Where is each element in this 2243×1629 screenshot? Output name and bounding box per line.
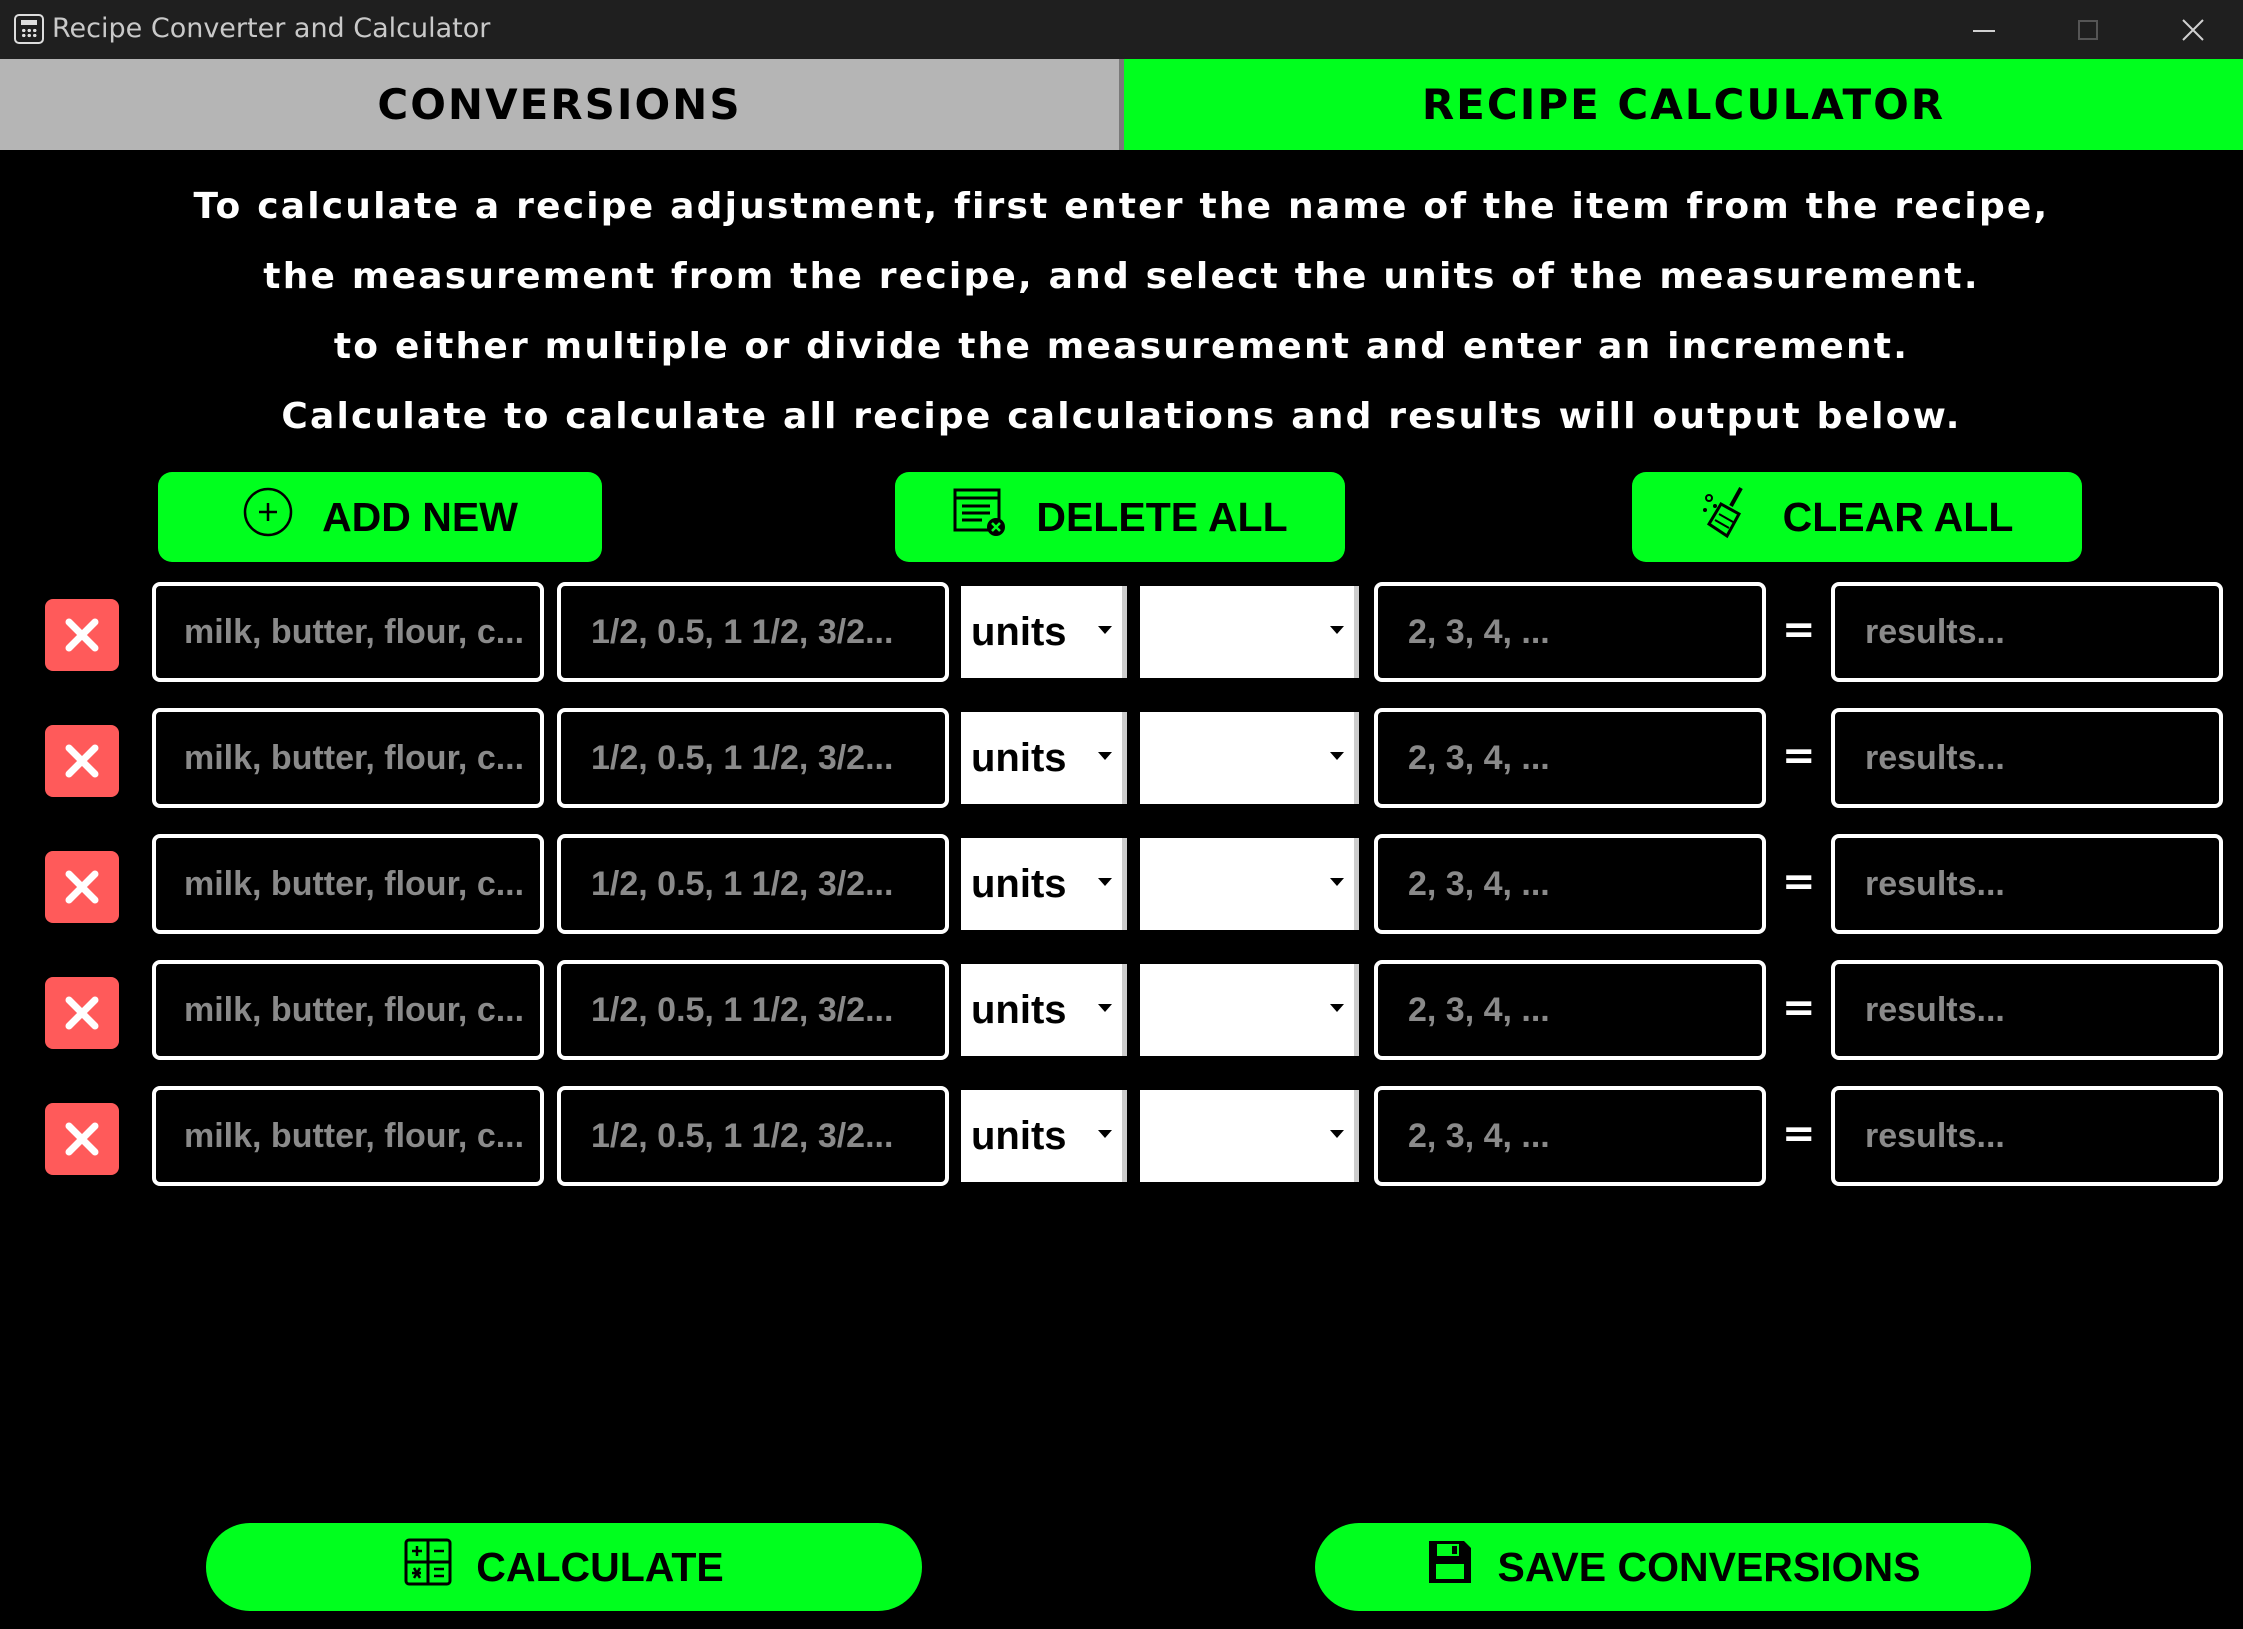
delete-row-button[interactable] bbox=[45, 599, 119, 671]
measurement-input[interactable]: 1/2, 0.5, 1 1/2, 3/2... bbox=[557, 582, 949, 682]
window-title: Recipe Converter and Calculator bbox=[52, 13, 491, 44]
increment-input[interactable]: 2, 3, 4, ... bbox=[1374, 708, 1766, 808]
operation-select[interactable] bbox=[1140, 964, 1359, 1056]
instruction-line: to either multiple or divide the measure… bbox=[333, 326, 1910, 367]
instructions: To calculate a recipe adjustment, first … bbox=[0, 172, 2243, 452]
item-input[interactable]: milk, butter, flour, c... bbox=[152, 1086, 544, 1186]
close-icon bbox=[65, 870, 99, 904]
delete-row-button[interactable] bbox=[45, 851, 119, 923]
item-input[interactable]: milk, butter, flour, c... bbox=[152, 582, 544, 682]
units-select[interactable]: units bbox=[961, 1090, 1127, 1182]
equals-sign: = bbox=[1782, 859, 1816, 905]
item-input[interactable]: milk, butter, flour, c... bbox=[152, 834, 544, 934]
result-field: results... bbox=[1831, 708, 2223, 808]
tab-conversions[interactable]: CONVERSIONS bbox=[0, 59, 1119, 150]
tab-recipe-calculator[interactable]: RECIPE CALCULATOR bbox=[1124, 59, 2243, 150]
clear-all-button[interactable]: CLEAR ALL bbox=[1632, 472, 2082, 562]
broom-icon bbox=[1701, 484, 1755, 550]
operation-select[interactable] bbox=[1140, 586, 1359, 678]
maximize-button[interactable] bbox=[2038, 0, 2138, 59]
save-conversions-button[interactable]: SAVE CONVERSIONS bbox=[1315, 1523, 2031, 1611]
delete-row-button[interactable] bbox=[45, 725, 119, 797]
close-icon bbox=[65, 996, 99, 1030]
calculate-label: CALCULATE bbox=[476, 1543, 724, 1590]
units-value: units bbox=[971, 609, 1067, 654]
units-value: units bbox=[971, 987, 1067, 1032]
result-field: results... bbox=[1831, 1086, 2223, 1186]
units-value: units bbox=[971, 1113, 1067, 1158]
calculator-app-icon bbox=[14, 14, 44, 44]
measurement-input[interactable]: 1/2, 0.5, 1 1/2, 3/2... bbox=[557, 834, 949, 934]
list-delete-icon bbox=[952, 487, 1008, 547]
units-value: units bbox=[971, 861, 1067, 906]
units-select[interactable]: units bbox=[961, 964, 1127, 1056]
close-icon bbox=[2182, 18, 2204, 41]
equals-sign: = bbox=[1782, 985, 1816, 1031]
recipe-row: milk, butter, flour, c... 1/2, 0.5, 1 1/… bbox=[0, 960, 2243, 1060]
chevron-down-icon bbox=[1098, 878, 1112, 886]
instruction-line: the measurement from the recipe, and sel… bbox=[263, 256, 1980, 297]
save-conversions-label: SAVE CONVERSIONS bbox=[1497, 1543, 1921, 1590]
equals-sign: = bbox=[1782, 733, 1816, 779]
close-window-button[interactable] bbox=[2143, 0, 2243, 59]
recipe-row: milk, butter, flour, c... 1/2, 0.5, 1 1/… bbox=[0, 834, 2243, 934]
measurement-input[interactable]: 1/2, 0.5, 1 1/2, 3/2... bbox=[557, 708, 949, 808]
chevron-down-icon bbox=[1098, 626, 1112, 634]
delete-all-button[interactable]: DELETE ALL bbox=[895, 472, 1345, 562]
chevron-down-icon bbox=[1330, 626, 1344, 634]
delete-row-button[interactable] bbox=[45, 977, 119, 1049]
units-value: units bbox=[971, 735, 1067, 780]
increment-input[interactable]: 2, 3, 4, ... bbox=[1374, 960, 1766, 1060]
measurement-input[interactable]: 1/2, 0.5, 1 1/2, 3/2... bbox=[557, 1086, 949, 1186]
save-disk-icon bbox=[1426, 1538, 1474, 1596]
recipe-row: milk, butter, flour, c... 1/2, 0.5, 1 1/… bbox=[0, 582, 2243, 682]
operation-select[interactable] bbox=[1140, 838, 1359, 930]
clear-all-label: CLEAR ALL bbox=[1782, 493, 2014, 540]
title-bar: Recipe Converter and Calculator bbox=[0, 0, 2243, 59]
equals-sign: = bbox=[1782, 607, 1816, 653]
chevron-down-icon bbox=[1098, 1004, 1112, 1012]
operation-select[interactable] bbox=[1140, 712, 1359, 804]
units-select[interactable]: units bbox=[961, 838, 1127, 930]
minimize-button[interactable] bbox=[1934, 0, 2034, 59]
measurement-input[interactable]: 1/2, 0.5, 1 1/2, 3/2... bbox=[557, 960, 949, 1060]
item-input[interactable]: milk, butter, flour, c... bbox=[152, 960, 544, 1060]
instruction-line: Calculate to calculate all recipe calcul… bbox=[281, 396, 1962, 437]
add-new-label: ADD NEW bbox=[322, 493, 518, 540]
chevron-down-icon bbox=[1330, 1130, 1344, 1138]
delete-row-button[interactable] bbox=[45, 1103, 119, 1175]
result-field: results... bbox=[1831, 960, 2223, 1060]
minimize-icon bbox=[1973, 29, 1995, 32]
recipe-row: milk, butter, flour, c... 1/2, 0.5, 1 1/… bbox=[0, 1086, 2243, 1186]
maximize-icon bbox=[2078, 19, 2098, 40]
chevron-down-icon bbox=[1330, 878, 1344, 886]
result-field: results... bbox=[1831, 582, 2223, 682]
plus-circle-icon bbox=[242, 486, 294, 548]
increment-input[interactable]: 2, 3, 4, ... bbox=[1374, 1086, 1766, 1186]
increment-input[interactable]: 2, 3, 4, ... bbox=[1374, 582, 1766, 682]
chevron-down-icon bbox=[1330, 752, 1344, 760]
chevron-down-icon bbox=[1330, 1004, 1344, 1012]
close-icon bbox=[65, 618, 99, 652]
units-select[interactable]: units bbox=[961, 712, 1127, 804]
instruction-line: To calculate a recipe adjustment, first … bbox=[193, 186, 2050, 227]
delete-all-label: DELETE ALL bbox=[1036, 493, 1288, 540]
item-input[interactable]: milk, butter, flour, c... bbox=[152, 708, 544, 808]
units-select[interactable]: units bbox=[961, 586, 1127, 678]
calculator-icon bbox=[404, 1538, 452, 1596]
calculate-button[interactable]: CALCULATE bbox=[206, 1523, 922, 1611]
add-new-button[interactable]: ADD NEW bbox=[158, 472, 602, 562]
chevron-down-icon bbox=[1098, 752, 1112, 760]
operation-select[interactable] bbox=[1140, 1090, 1359, 1182]
recipe-row: milk, butter, flour, c... 1/2, 0.5, 1 1/… bbox=[0, 708, 2243, 808]
increment-input[interactable]: 2, 3, 4, ... bbox=[1374, 834, 1766, 934]
chevron-down-icon bbox=[1098, 1130, 1112, 1138]
close-icon bbox=[65, 1122, 99, 1156]
equals-sign: = bbox=[1782, 1111, 1816, 1157]
result-field: results... bbox=[1831, 834, 2223, 934]
close-icon bbox=[65, 744, 99, 778]
